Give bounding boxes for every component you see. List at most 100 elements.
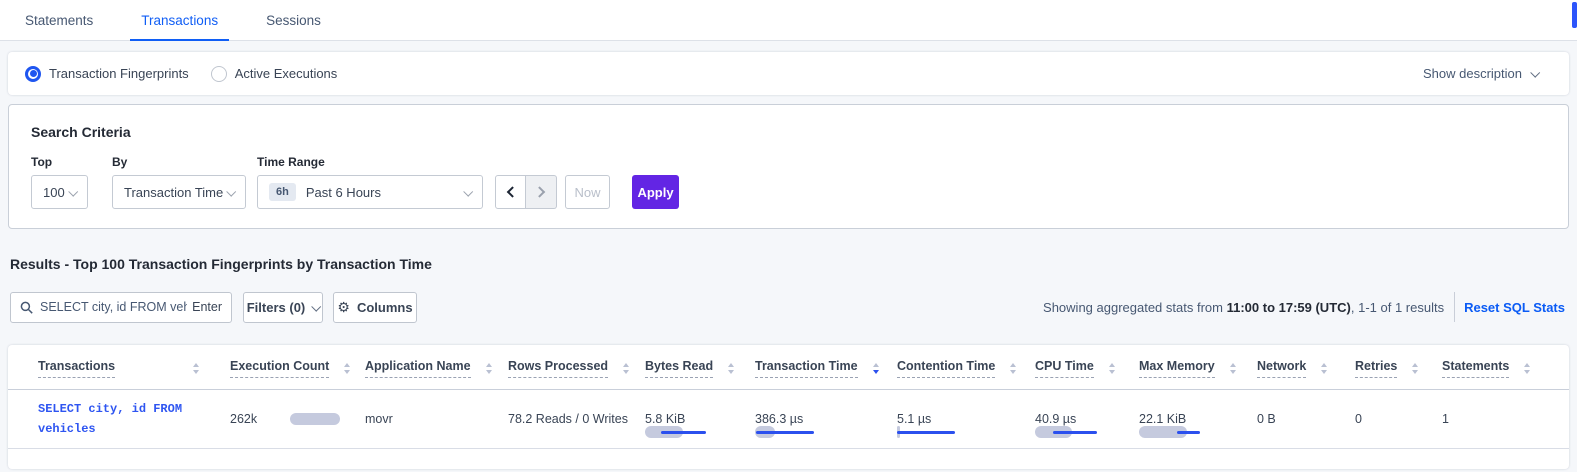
- view-toggle-panel: Transaction Fingerprints Active Executio…: [8, 52, 1569, 95]
- by-select[interactable]: Transaction Time: [112, 175, 246, 209]
- radio-transaction-fingerprints-label: Transaction Fingerprints: [49, 66, 189, 81]
- by-field: By Transaction Time: [112, 155, 246, 209]
- results-table: Transactions Execution Count Application…: [8, 345, 1569, 449]
- sort-icon[interactable]: [1109, 363, 1115, 374]
- chevron-down-icon: [312, 301, 322, 311]
- now-button[interactable]: Now: [565, 175, 610, 209]
- radio-unselected-icon: [211, 66, 227, 82]
- arrow-left-icon: [506, 186, 517, 197]
- rows-processed-value: 78.2 Reads / 0 Writes: [508, 412, 628, 426]
- time-range-badge: 6h: [269, 183, 296, 201]
- tab-statements-label: Statements: [25, 13, 93, 28]
- time-nav-group: [495, 175, 557, 209]
- sort-icon[interactable]: [1412, 363, 1418, 374]
- column-label: Execution Count: [230, 359, 329, 378]
- cell-transaction: SELECT city, id FROM vehicles: [8, 390, 230, 449]
- by-select-value: Transaction Time: [124, 185, 223, 200]
- cpu-time-value: 40.9 µs: [1035, 412, 1139, 426]
- sort-icon[interactable]: [728, 363, 734, 374]
- column-label: Application Name: [365, 359, 471, 378]
- radio-selected-icon: [25, 66, 41, 82]
- radio-active-executions-label: Active Executions: [235, 66, 338, 81]
- bytes-read-barcell: 5.8 KiB: [645, 412, 755, 426]
- column-header-max-memory[interactable]: Max Memory: [1139, 345, 1257, 390]
- execution-count-bar: [290, 413, 360, 425]
- by-label: By: [112, 155, 246, 169]
- cell-retries: 0: [1355, 390, 1442, 449]
- cell-bytes-read: 5.8 KiB: [645, 390, 755, 449]
- sort-icon-descending-active[interactable]: [873, 363, 879, 374]
- time-prev-button[interactable]: [495, 175, 526, 209]
- top-select-value: 100: [43, 185, 65, 200]
- columns-button[interactable]: ⚙ Columns: [333, 292, 417, 323]
- sort-icon[interactable]: [1010, 363, 1016, 374]
- time-range-select[interactable]: 6h Past 6 Hours: [257, 175, 483, 209]
- tab-statements[interactable]: Statements: [14, 0, 104, 40]
- aggregated-stats-text: Showing aggregated stats from 11:00 to 1…: [1043, 300, 1444, 315]
- contention-time-barcell: 5.1 µs: [897, 412, 1035, 426]
- results-toolbar: Enter Filters (0) ⚙ Columns Showing aggr…: [0, 291, 1577, 323]
- column-header-application-name[interactable]: Application Name: [365, 345, 508, 390]
- radio-active-executions[interactable]: Active Executions: [211, 66, 338, 82]
- cell-max-memory: 22.1 KiB: [1139, 390, 1257, 449]
- search-criteria-title: Search Criteria: [31, 124, 1546, 140]
- search-box[interactable]: Enter: [10, 292, 232, 323]
- column-header-execution-count[interactable]: Execution Count: [230, 345, 365, 390]
- transaction-fingerprint-link[interactable]: SELECT city, id FROM vehicles: [38, 402, 182, 436]
- time-range-field: Time Range 6h Past 6 Hours: [257, 155, 483, 209]
- column-header-contention-time[interactable]: Contention Time: [897, 345, 1035, 390]
- tab-transactions-label: Transactions: [141, 13, 218, 28]
- column-header-statements[interactable]: Statements: [1442, 345, 1569, 390]
- reset-sql-stats-link[interactable]: Reset SQL Stats: [1464, 300, 1565, 315]
- search-icon: [20, 301, 33, 314]
- cell-statements: 1: [1442, 390, 1569, 449]
- sort-icon[interactable]: [344, 363, 350, 374]
- column-header-cpu-time[interactable]: CPU Time: [1035, 345, 1139, 390]
- transaction-time-value: 386.3 µs: [755, 412, 897, 426]
- column-header-bytes-read[interactable]: Bytes Read: [645, 345, 755, 390]
- show-description-label: Show description: [1423, 66, 1522, 81]
- column-label: Contention Time: [897, 359, 995, 378]
- max-memory-barcell: 22.1 KiB: [1139, 412, 1257, 426]
- results-table-panel: Transactions Execution Count Application…: [8, 345, 1569, 469]
- column-label: Bytes Read: [645, 359, 713, 378]
- column-header-network[interactable]: Network: [1257, 345, 1355, 390]
- sort-icon[interactable]: [1524, 363, 1530, 374]
- top-select[interactable]: 100: [31, 175, 88, 209]
- chevron-down-icon: [1530, 68, 1540, 78]
- filters-button[interactable]: Filters (0): [243, 292, 323, 323]
- tab-sessions-label: Sessions: [266, 13, 321, 28]
- tab-transactions[interactable]: Transactions: [130, 0, 229, 40]
- column-label: CPU Time: [1035, 359, 1094, 378]
- time-range-value: Past 6 Hours: [306, 185, 381, 200]
- time-range-label: Time Range: [257, 155, 483, 169]
- scrollbar-thumb[interactable]: [1572, 2, 1577, 28]
- cell-network: 0 B: [1257, 390, 1355, 449]
- chevron-down-icon: [463, 186, 473, 196]
- cell-execution-count: 262k: [230, 390, 365, 449]
- page-tabbar: Statements Transactions Sessions: [0, 0, 1577, 41]
- stats-range: 11:00 to 17:59 (UTC): [1227, 300, 1351, 315]
- column-header-transactions[interactable]: Transactions: [8, 345, 230, 390]
- time-next-button[interactable]: [526, 175, 557, 209]
- cell-cpu-time: 40.9 µs: [1035, 390, 1139, 449]
- sort-icon[interactable]: [1321, 363, 1327, 374]
- column-header-transaction-time[interactable]: Transaction Time: [755, 345, 897, 390]
- sort-icon[interactable]: [623, 363, 629, 374]
- column-header-rows-processed[interactable]: Rows Processed: [508, 345, 645, 390]
- top-label: Top: [31, 155, 101, 169]
- stats-suffix: , 1-1 of 1 results: [1351, 300, 1444, 315]
- show-description-toggle[interactable]: Show description: [1423, 66, 1552, 81]
- radio-transaction-fingerprints[interactable]: Transaction Fingerprints: [25, 66, 189, 82]
- tab-sessions[interactable]: Sessions: [255, 0, 332, 40]
- enter-hint: Enter: [192, 300, 222, 314]
- sort-icon[interactable]: [193, 363, 199, 374]
- cell-transaction-time: 386.3 µs: [755, 390, 897, 449]
- transaction-time-barcell: 386.3 µs: [755, 412, 897, 426]
- apply-button[interactable]: Apply: [632, 175, 679, 209]
- sort-icon[interactable]: [486, 363, 492, 374]
- network-value: 0 B: [1257, 412, 1276, 426]
- search-input[interactable]: [40, 300, 187, 314]
- column-header-retries[interactable]: Retries: [1355, 345, 1442, 390]
- sort-icon[interactable]: [1230, 363, 1236, 374]
